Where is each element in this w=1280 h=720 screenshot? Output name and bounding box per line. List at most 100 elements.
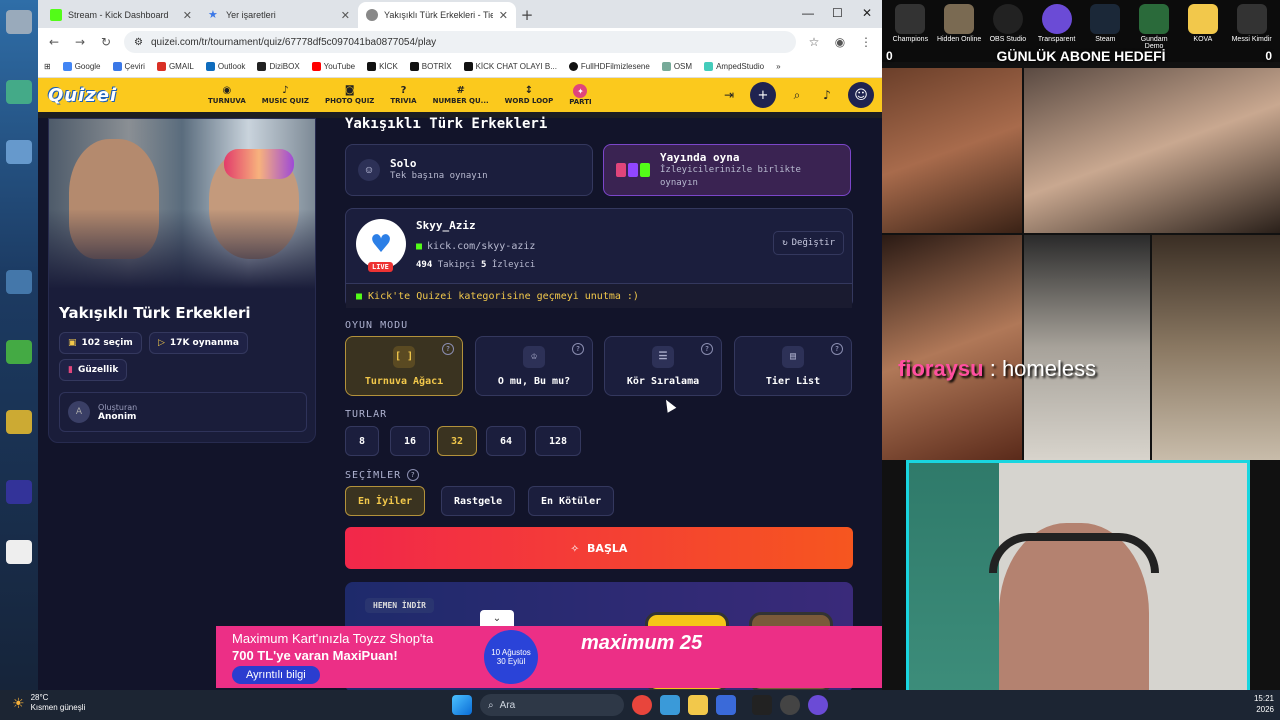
more-bookmarks-button[interactable]: » xyxy=(776,62,780,71)
tab-quizei[interactable]: Yakışıklı Türk Erkekleri - Tier List ✕ xyxy=(358,2,516,28)
menu-icon[interactable]: ⋮ xyxy=(858,35,874,49)
mode-tournament[interactable]: [ ] Turnuva Ağacı? xyxy=(345,336,463,396)
site-info-icon[interactable]: ⚙ xyxy=(134,37,143,48)
loop-icon: ↕ xyxy=(524,85,534,96)
solo-mode-card[interactable]: ☺ Solo Tek başına oynayın xyxy=(345,144,593,196)
apps-icon[interactable]: ⊞ xyxy=(44,62,51,71)
close-tab-icon[interactable]: ✕ xyxy=(499,9,508,22)
tab-kick-dashboard[interactable]: Stream - Kick Dashboard ✕ xyxy=(42,2,200,28)
category-badge[interactable]: ▮ Güzellik xyxy=(59,359,128,381)
system-clock[interactable]: 15:21 2026 xyxy=(1254,693,1274,715)
user-icon: ☺ xyxy=(358,159,380,181)
minimize-button[interactable]: — xyxy=(802,6,814,20)
bookmark-gmail[interactable]: GMAIL xyxy=(156,62,194,71)
bookmark-dizibox[interactable]: DiziBOX xyxy=(257,62,300,71)
refresh-icon: ↻ xyxy=(782,238,788,248)
close-tab-icon[interactable]: ✕ xyxy=(183,9,192,22)
round-option[interactable]: 128 xyxy=(535,426,581,456)
nav-photo-quiz[interactable]: ◙ PHOTO QUIZ xyxy=(325,85,374,105)
bookmark-osm[interactable]: OSM xyxy=(661,62,692,71)
bookmark-fullhd[interactable]: FullHDFilmizlesene xyxy=(568,62,650,71)
help-icon[interactable]: ? xyxy=(407,469,420,481)
login-icon[interactable]: ⇥ xyxy=(720,88,738,102)
quizei-logo[interactable]: Quizei xyxy=(48,85,208,106)
choice-best[interactable]: En İyiler xyxy=(345,486,426,516)
user-icon[interactable]: ☺ xyxy=(848,82,874,108)
start-button[interactable]: ✧ BAŞLA xyxy=(345,527,853,569)
page-title: Yakışıklı Türk Erkekleri xyxy=(345,116,548,132)
nav-trivia[interactable]: ? TRIVIA xyxy=(390,85,416,105)
tab-bookmarks[interactable]: ★ Yer işaretleri ✕ xyxy=(200,2,358,28)
sub-goal-bar: 0 GÜNLÜK ABONE HEDEFİ 0 xyxy=(886,48,1272,64)
round-option[interactable]: 16 xyxy=(390,426,430,456)
nav-turnuva[interactable]: ◉ TURNUVA xyxy=(208,85,246,105)
search-icon: ⌕ xyxy=(488,699,494,711)
epic-icon[interactable] xyxy=(752,695,772,715)
round-option[interactable]: 64 xyxy=(486,426,526,456)
mode-tier-list[interactable]: ▤ Tier List? xyxy=(734,336,852,396)
app-icon[interactable] xyxy=(716,695,736,715)
star-icon: ★ xyxy=(208,9,218,21)
start-icon[interactable] xyxy=(452,695,472,715)
app-icon[interactable] xyxy=(660,695,680,715)
creator-box[interactable]: A Oluşturan Anonim xyxy=(59,392,307,432)
mode-this-or-that[interactable]: ♔ O mu, Bu mu?? xyxy=(475,336,593,396)
bookmark-youtube[interactable]: YouTube xyxy=(311,62,355,71)
bookmark-ampedstudio[interactable]: AmpedStudio xyxy=(704,62,764,71)
nav-number-quiz[interactable]: # NUMBER QU... xyxy=(433,85,489,105)
streamer-link[interactable]: ■ kick.com/skyy-aziz xyxy=(416,241,535,252)
plays-badge: ▷ 17K oynanma xyxy=(149,332,248,354)
taskbar-search[interactable]: ⌕ Ara xyxy=(480,694,624,716)
ad-date-badge: 10 Ağustos 30 Eylül xyxy=(484,630,538,684)
bookmark-translate[interactable]: Çeviri xyxy=(112,62,145,71)
bookmark-outlook[interactable]: Outlook xyxy=(205,62,245,71)
app-icon[interactable] xyxy=(808,695,828,715)
chrome-icon[interactable] xyxy=(632,695,652,715)
app-icon[interactable] xyxy=(780,695,800,715)
url-field[interactable]: ⚙ quizei.com/tr/tournament/quiz/67778df5… xyxy=(124,31,796,53)
mode-blind-ranking[interactable]: ☰ Kör Sıralama? xyxy=(604,336,722,396)
avatar: A xyxy=(68,401,90,423)
bookmarks-bar: ⊞ Google Çeviri GMAIL Outlook DiziBOX Yo… xyxy=(38,56,882,78)
create-button[interactable]: + xyxy=(750,82,776,108)
streamer-name: Skyy_Aziz xyxy=(416,219,476,232)
new-tab-button[interactable]: + xyxy=(516,2,538,28)
forward-icon[interactable]: → xyxy=(72,35,88,49)
live-mode-card[interactable]: Yayında oyna İzleyicilerinizle birlikte o… xyxy=(603,144,851,196)
close-tab-icon[interactable]: ✕ xyxy=(341,9,350,22)
bell-icon[interactable]: ♪ xyxy=(818,88,836,102)
change-streamer-button[interactable]: ↻ Değiştir xyxy=(773,231,844,255)
ad-details-button[interactable]: Ayrıntılı bilgi xyxy=(232,666,320,684)
weather-widget[interactable]: ☀ 28°C Kısmen güneşli xyxy=(12,693,85,713)
camera-icon: ◙ xyxy=(344,85,355,96)
bookmark-google[interactable]: Google xyxy=(62,62,101,71)
bookmark-kick-chat[interactable]: KİCK CHAT OLAYI B... xyxy=(463,62,557,71)
hash-icon: # xyxy=(456,85,465,96)
kick-category-notice: ■ Kick'te Quizei kategorisine geçmeyi unu… xyxy=(346,283,852,308)
round-option[interactable]: 8 xyxy=(345,426,379,456)
browser-window: Stream - Kick Dashboard ✕ ★ Yer işaretle… xyxy=(38,0,882,690)
sparkle-icon: ✧ xyxy=(570,540,580,556)
round-option-selected[interactable]: 32 xyxy=(437,426,477,456)
nav-parti[interactable]: ✦ PARTI xyxy=(569,84,592,106)
maximize-button[interactable]: ☐ xyxy=(832,6,843,20)
reload-icon[interactable]: ↻ xyxy=(98,35,114,49)
close-window-button[interactable]: ✕ xyxy=(862,6,872,20)
tab-strip: Stream - Kick Dashboard ✕ ★ Yer işaretle… xyxy=(38,0,882,28)
search-icon[interactable]: ⌕ xyxy=(788,88,806,103)
choice-random[interactable]: Rastgele xyxy=(441,486,516,516)
explorer-icon[interactable] xyxy=(688,695,708,715)
ad-collapse-button[interactable]: ⌄ xyxy=(480,610,514,626)
bookmark-kick[interactable]: KİCK xyxy=(367,62,398,71)
back-icon[interactable]: ← xyxy=(46,35,62,49)
help-icon: ? xyxy=(572,343,584,355)
quiz-title: Yakışıklı Türk Erkekleri xyxy=(59,304,251,322)
choice-worst[interactable]: En Kötüler xyxy=(528,486,615,516)
profile-icon[interactable]: ◉ xyxy=(832,35,848,49)
nav-word-loop[interactable]: ↕ WORD LOOP xyxy=(505,85,554,105)
face-image-3 xyxy=(882,235,1022,460)
advertisement-banner[interactable]: Maximum Kart'ınızla Toyzz Shop'ta 700 TL… xyxy=(216,626,882,688)
nav-music-quiz[interactable]: ♪ MUSIC QUIZ xyxy=(262,85,309,105)
bookmark-botrix[interactable]: BOTRİX xyxy=(409,62,452,71)
bookmark-star-icon[interactable]: ☆ xyxy=(806,35,822,49)
